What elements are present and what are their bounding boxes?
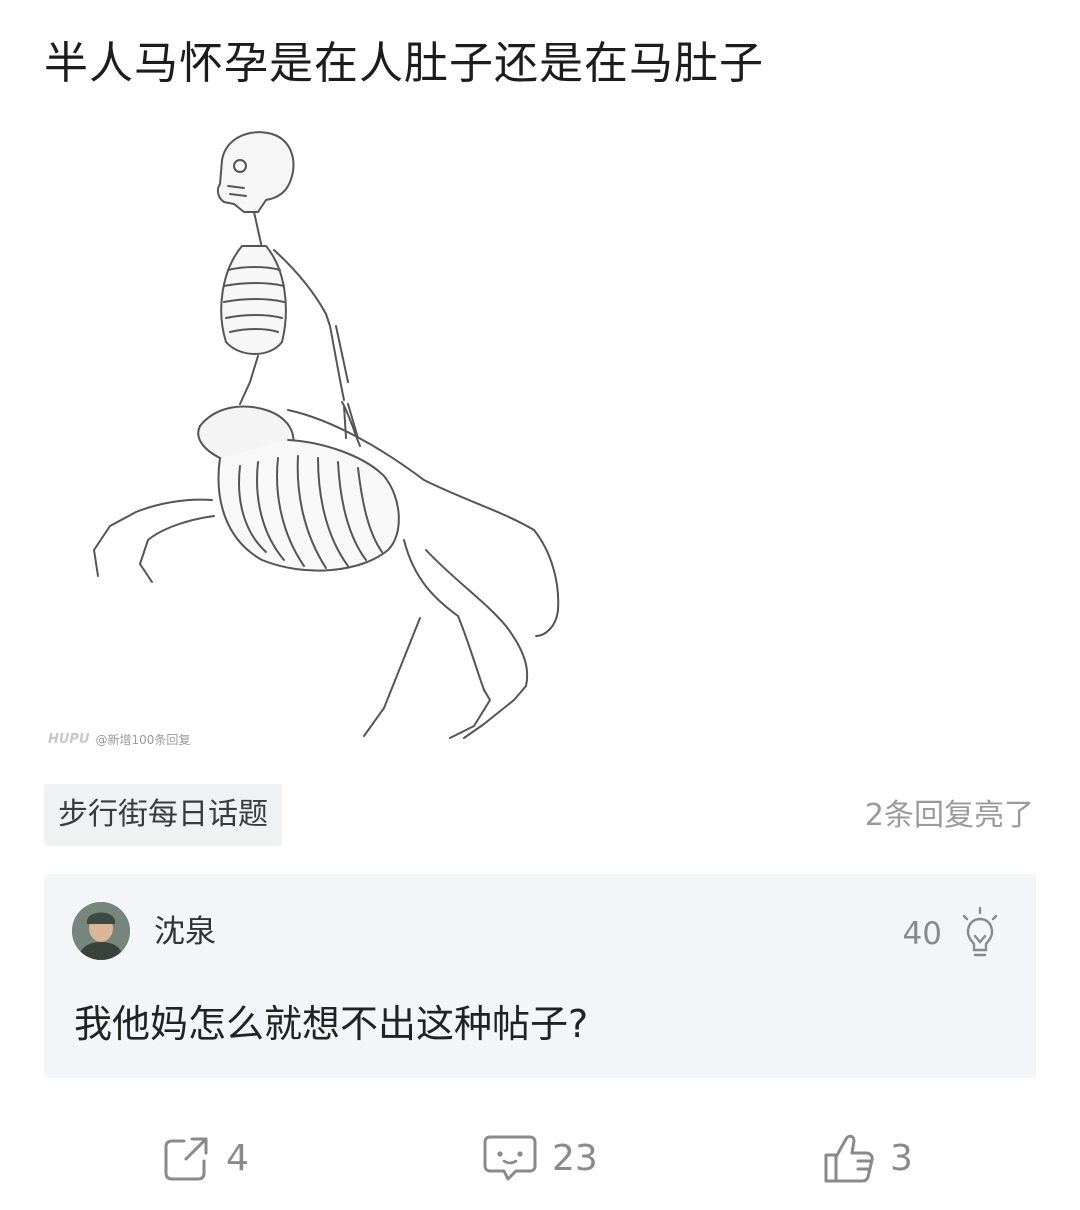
share-count: 4 (226, 1137, 249, 1179)
comment-button[interactable]: 23 (482, 1126, 598, 1190)
comment-count: 23 (552, 1137, 598, 1179)
lightbulb-icon[interactable] (958, 904, 1002, 958)
comment-username[interactable]: 沈泉 (154, 912, 216, 952)
action-bar: 4 23 3 (0, 1126, 1080, 1190)
thumbs-up-icon (824, 1134, 874, 1183)
topic-tag[interactable]: 步行街每日话题 (44, 784, 282, 846)
centaur-skeleton-illustration (93, 131, 560, 739)
comment-icon (483, 1135, 537, 1181)
hupu-logo: HUPU (48, 732, 90, 747)
watermark-text: @新增100条回复 (95, 733, 191, 747)
image-watermark: HUPU @新增100条回复 (48, 731, 190, 748)
like-button[interactable]: 3 (822, 1126, 913, 1190)
post-image[interactable]: HUPU @新增100条回复 (44, 120, 604, 760)
share-icon (164, 1137, 208, 1181)
avatar-image (72, 902, 130, 960)
comment-text: 我他妈怎么就想不出这种帖子? (74, 1002, 589, 1046)
share-button[interactable]: 4 (162, 1126, 249, 1190)
like-count: 3 (890, 1137, 913, 1179)
comment-like-count: 40 (902, 916, 942, 952)
user-avatar[interactable] (72, 902, 130, 960)
replies-lit-link[interactable]: 2条回复亮了 (865, 796, 1034, 836)
post-title: 半人马怀孕是在人肚子还是在马肚子 (44, 38, 764, 89)
highlighted-comment[interactable]: 沈泉 40 我他妈怎么就想不出这种帖子? (44, 874, 1036, 1078)
